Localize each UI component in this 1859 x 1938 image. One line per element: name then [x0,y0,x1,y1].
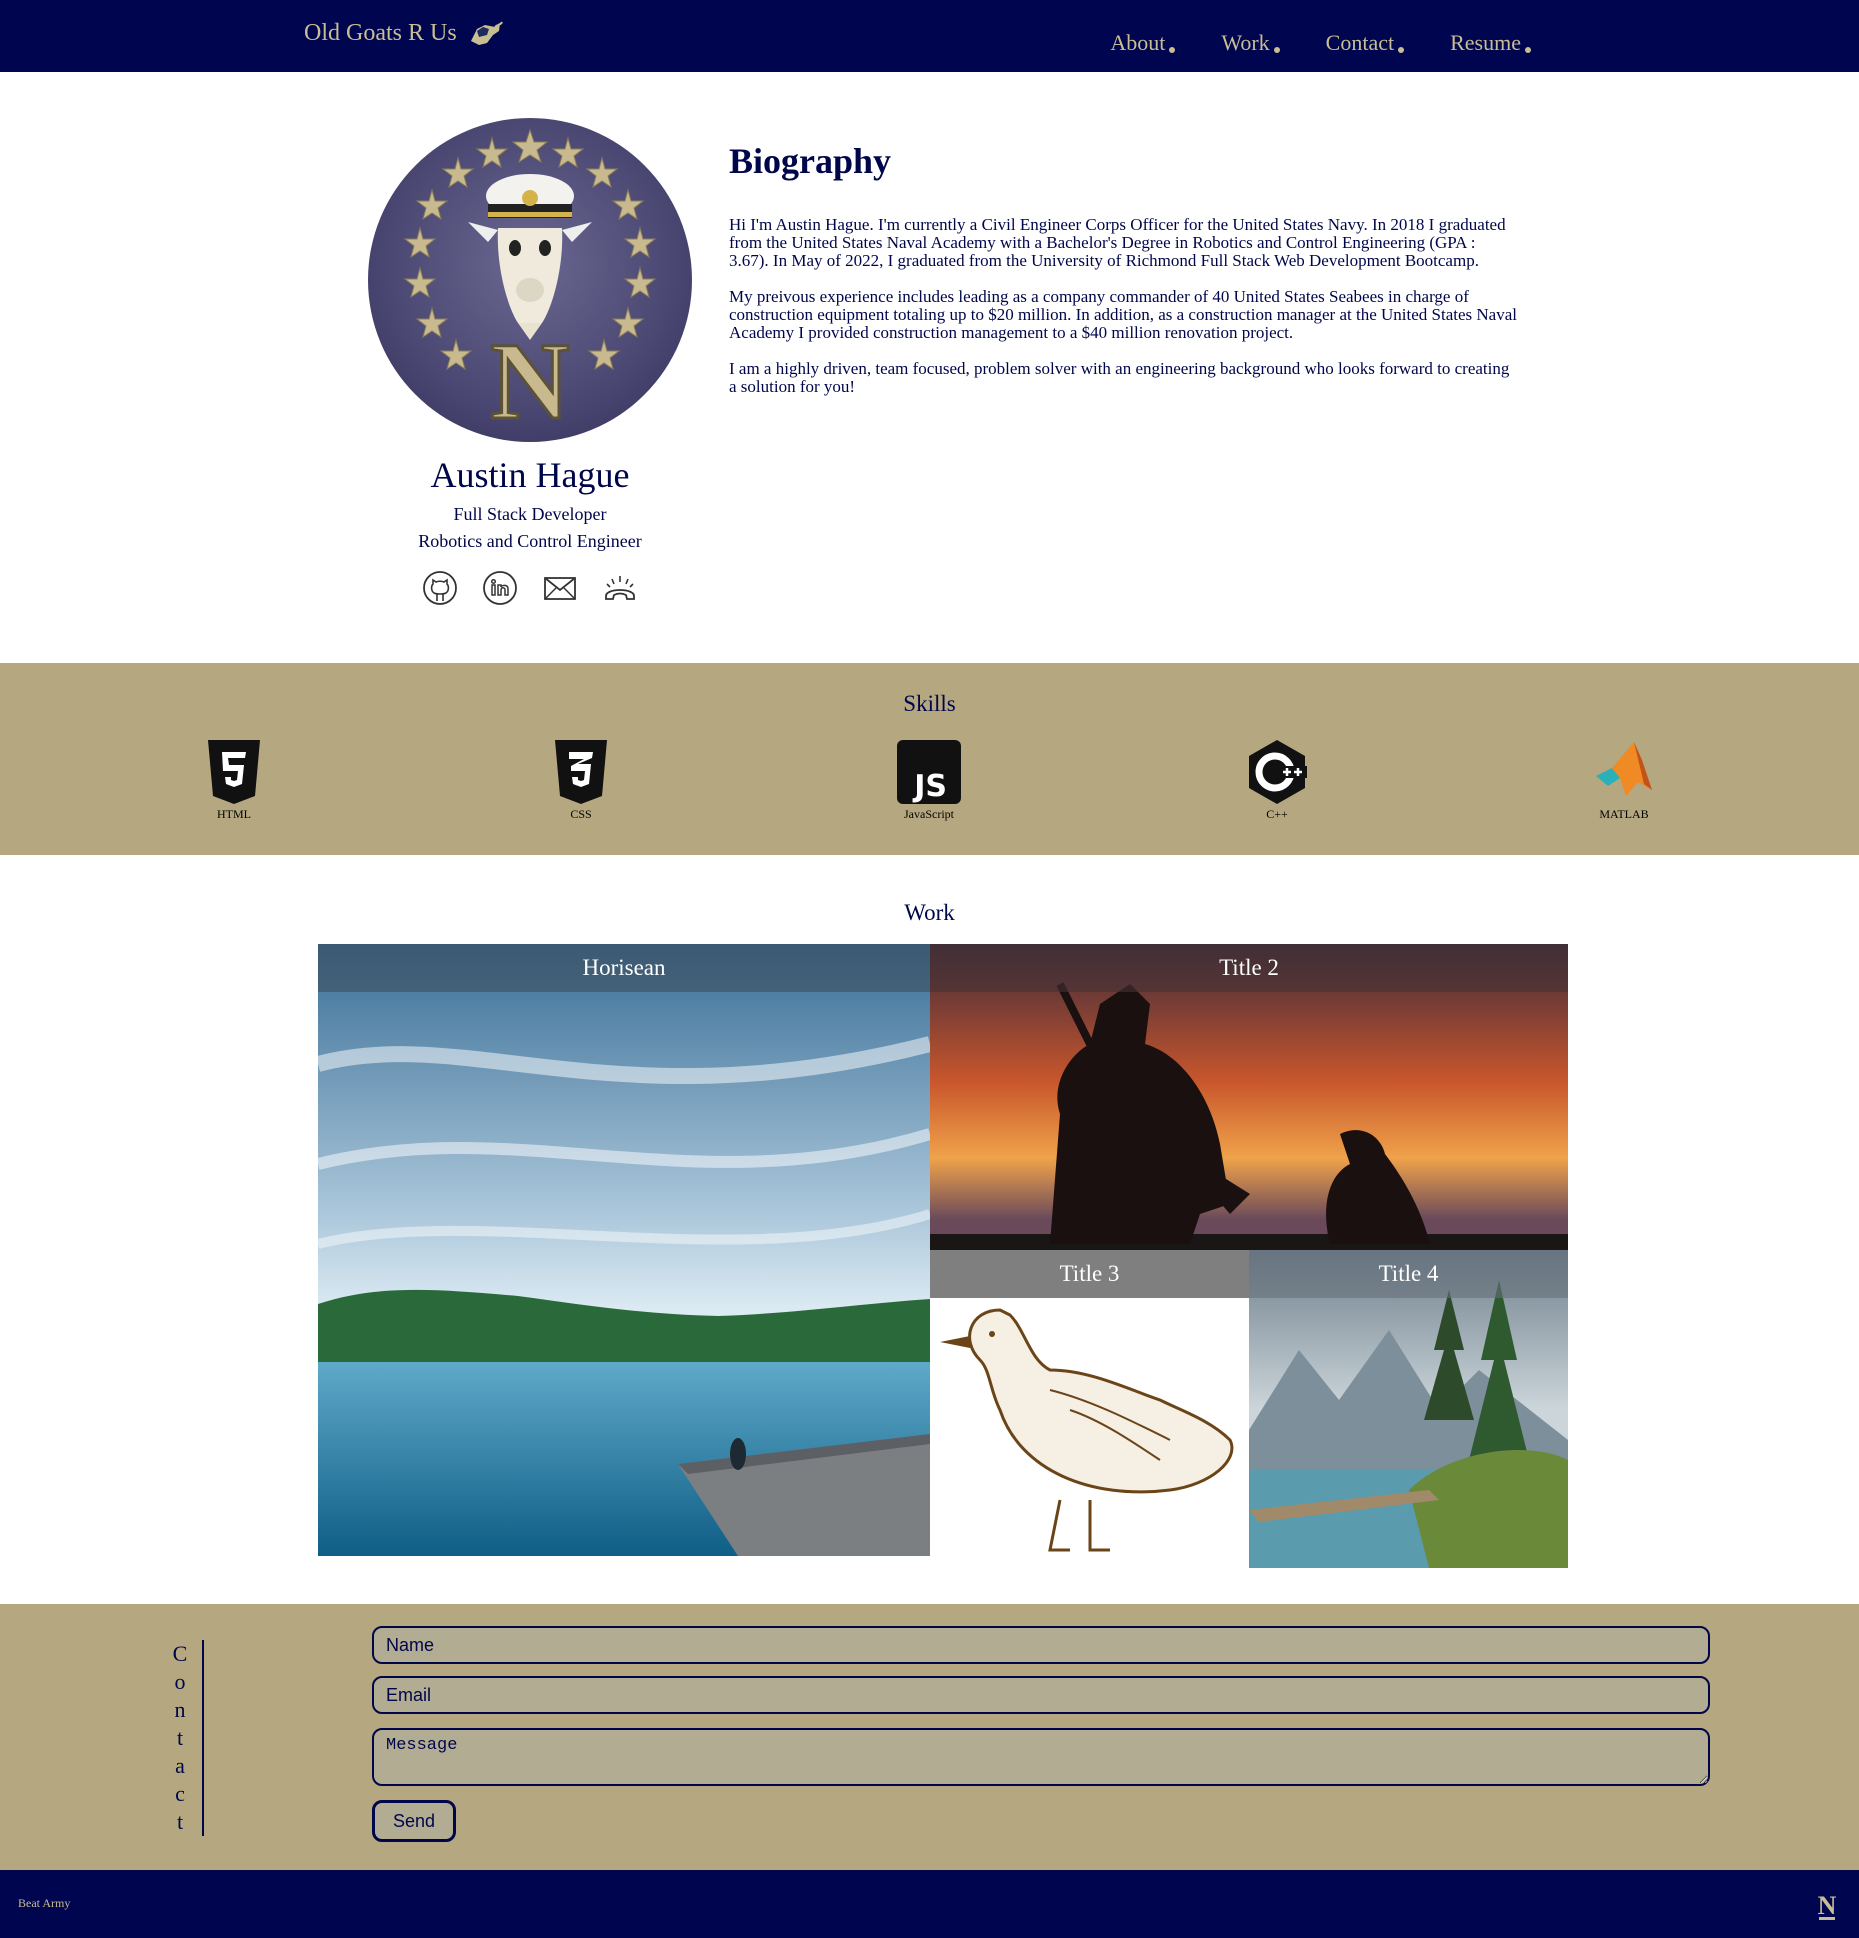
project-tile-horisean[interactable]: Horisean [318,944,930,1556]
skill-label: HTML [217,807,251,821]
contact-letter: a [175,1753,185,1778]
skill-css: CSS [521,738,641,822]
profile-card: N Austin Hague Full Stack Developer Robo… [368,118,692,606]
nav-contact-label: Contact [1325,30,1395,55]
goat-logo-icon [470,21,503,45]
html5-icon [208,740,260,804]
nav-work-label: Work [1221,30,1270,55]
footer-text: Beat Army [18,1896,71,1910]
project-tile-title-3[interactable]: Title 3 [930,1250,1249,1568]
contact-letter: C [172,1641,188,1666]
navy-n-logo-icon: N [1818,1891,1837,1920]
javascript-icon: JS [897,740,961,804]
skill-label: CSS [570,807,592,821]
project-title-bar: Title 4 [1249,1250,1568,1298]
nav-dot-icon [1398,47,1405,53]
phone-icon[interactable] [602,570,638,606]
nav-resume[interactable]: Resume [1450,30,1531,56]
contact-letter: o [174,1669,186,1694]
project-title: Title 2 [1219,955,1279,980]
svg-text:N: N [490,320,569,442]
nav-contact[interactable]: Contact [1325,30,1405,56]
matlab-icon [1596,742,1652,796]
email-icon[interactable] [542,570,578,606]
biography-paragraph: My preivous experience includes leading … [729,287,1517,342]
skill-javascript: JS JavaScript [869,738,989,822]
nav-dot-icon [1273,47,1280,53]
biography-section: Biography Hi I'm Austin Hague. I'm curre… [729,140,1519,414]
send-button[interactable]: Send [372,1800,456,1842]
linkedin-icon[interactable] [482,570,518,606]
contact-divider [202,1640,204,1836]
contact-letter: t [176,1809,184,1834]
contact-vertical-label: C o n t a c t [170,1640,190,1836]
navy-goat-emblem-icon: N [403,128,657,442]
skill-label: C++ [1266,807,1288,821]
lake-landscape-image [318,944,930,1556]
contact-letter: c [175,1781,185,1806]
project-title-bar: Horisean [318,944,930,992]
main-nav: About Work Contact Resume [1110,30,1531,56]
skill-html: HTML [174,738,294,822]
skills-title: Skills [903,691,956,716]
biography-paragraph: I am a highly driven, team focused, prob… [729,359,1510,396]
footer: Beat Army N [0,1870,1859,1938]
contact-letter: n [174,1697,186,1722]
profile-role: Full Stack Developer [453,504,607,524]
css3-icon [555,740,607,804]
biography-title: Biography [729,141,892,181]
social-links [368,570,692,606]
nav-dot-icon [1525,47,1531,53]
skill-label: MATLAB [1599,807,1649,821]
message-field[interactable] [372,1728,1710,1786]
svg-text:N: N [1818,1891,1837,1920]
contact-section: C o n t a c t Send [0,1604,1859,1870]
github-icon[interactable] [422,570,458,606]
nav-resume-label: Resume [1450,30,1521,55]
project-title-bar: Title 2 [930,944,1568,992]
skill-label: JavaScript [904,807,954,821]
project-title: Horisean [582,955,666,980]
contact-letter: t [176,1725,184,1750]
project-title: Title 3 [1059,1261,1120,1286]
nav-about[interactable]: About [1110,30,1176,56]
project-title: Title 4 [1378,1261,1439,1286]
name-field[interactable] [372,1626,1710,1664]
project-title-bar: Title 3 [930,1250,1249,1298]
brand[interactable]: Old Goats R Us [304,20,503,47]
svg-text:JS: JS [912,769,947,804]
project-tile-title-2[interactable]: Title 2 [930,944,1568,1250]
skills-section: Skills HTML CSS JS JavaScript C++ MATLAB [0,663,1859,855]
profile-role-secondary: Robotics and Control Engineer [418,531,642,551]
brand-title[interactable]: Old Goats R Us [304,20,457,47]
skill-cplusplus: C++ [1217,738,1337,822]
nav-dot-icon [1169,47,1176,53]
avatar: N [368,118,692,442]
project-tile-title-4[interactable]: Title 4 [1249,1250,1568,1568]
work-title: Work [904,900,955,925]
biography-paragraph: Hi I'm Austin Hague. I'm currently a Civ… [729,215,1506,270]
cplusplus-icon [1249,740,1307,804]
profile-name: Austin Hague [430,455,630,495]
nav-work[interactable]: Work [1221,30,1280,56]
email-field[interactable] [372,1676,1710,1714]
skill-matlab: MATLAB [1564,738,1684,822]
nav-about-label: About [1110,30,1166,55]
top-navbar: Old Goats R Us About Work Contact Resume [0,0,1859,72]
